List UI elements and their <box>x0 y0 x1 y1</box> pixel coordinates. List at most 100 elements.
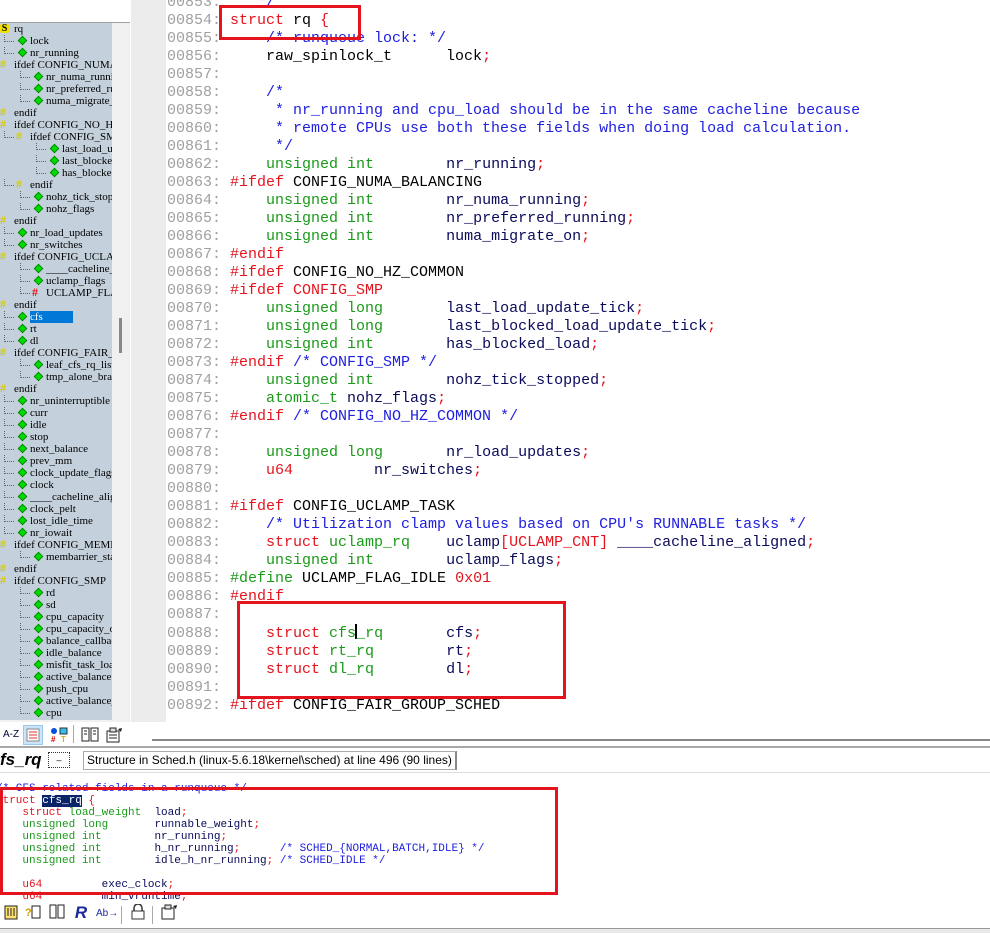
symbol-tree[interactable]: Srqlocknr_running # ifdef CONFIG_NUMA_BALA… <box>0 23 112 720</box>
code-line[interactable]: 00857: <box>167 66 860 84</box>
code-line[interactable]: 00856: raw_spinlock_t lock; <box>167 48 860 66</box>
tree-item[interactable]: last_load_update_tick <box>0 143 112 155</box>
code-line[interactable]: 00869: #ifdef CONFIG_SMP <box>167 282 860 300</box>
tree-item[interactable]: misfit_task_load <box>0 659 112 671</box>
code-line[interactable]: 00879: u64 nr_switches; <box>167 462 860 480</box>
code-line[interactable]: 00882: /* Utilization clamp values based… <box>167 516 860 534</box>
code-line[interactable]: 00883: struct uclamp_rq uclamp[UCLAMP_CN… <box>167 534 860 552</box>
tree-item[interactable]: nr_iowait <box>0 527 112 539</box>
tree-item[interactable]: # ifdef CONFIG_UCLAMP_TASK <box>0 250 112 263</box>
tree-item[interactable]: lock <box>0 35 112 47</box>
sort-alpha-button[interactable]: A-Z <box>1 725 21 745</box>
tree-item[interactable]: last_blocked_load_update_tick <box>0 155 112 167</box>
code-line[interactable]: 00872: unsigned int has_blocked_load; <box>167 336 860 354</box>
tree-item[interactable]: cpu <box>0 707 112 719</box>
tree-item[interactable]: # ifdef CONFIG_SMP <box>0 574 112 587</box>
tree-item[interactable]: # UCLAMP_FLAG_IDLE <box>0 286 112 299</box>
code-line[interactable]: 00892: #ifdef CONFIG_FAIR_GROUP_SCHED <box>167 697 860 715</box>
info-button[interactable]: ? <box>24 904 42 924</box>
tree-item[interactable]: cpu_capacity_orig <box>0 623 112 635</box>
scrollbar-thumb[interactable] <box>119 318 122 353</box>
tree-item[interactable]: stop <box>0 431 112 443</box>
code-line[interactable]: 00862: unsigned int nr_running; <box>167 156 860 174</box>
tree-item[interactable]: lost_idle_time <box>0 515 112 527</box>
rename-button[interactable]: Ab→ <box>96 904 118 924</box>
tree-item[interactable]: dl <box>0 335 112 347</box>
tree-item[interactable]: nr_running <box>0 47 112 59</box>
code-line[interactable]: 00859: * nr_running and cpu_load should … <box>167 102 860 120</box>
tree-item[interactable]: rd <box>0 587 112 599</box>
tree-item[interactable]: idle <box>0 419 112 431</box>
context-preview[interactable]: /* CFS-related fields in a runqueue */st… <box>0 773 990 903</box>
code-line[interactable]: 00870: unsigned long last_load_update_ti… <box>167 300 860 318</box>
code-line[interactable]: 00861: */ <box>167 138 860 156</box>
tree-item[interactable]: ____cacheline_aligned <box>0 263 112 275</box>
tree-item[interactable]: push_cpu <box>0 683 112 695</box>
tree-item[interactable]: cpu_capacity <box>0 611 112 623</box>
tree-item[interactable]: prev_mm <box>0 455 112 467</box>
code-line[interactable]: 00885: #define UCLAMP_FLAG_IDLE 0x01 <box>167 570 860 588</box>
code-line[interactable]: 00865: unsigned int nr_preferred_running… <box>167 210 860 228</box>
code-line[interactable]: 00876: #endif /* CONFIG_NO_HZ_COMMON */ <box>167 408 860 426</box>
code-line[interactable]: 00873: #endif /* CONFIG_SMP */ <box>167 354 860 372</box>
code-line[interactable]: 00871: unsigned long last_blocked_load_u… <box>167 318 860 336</box>
tree-item[interactable]: uclamp_flags <box>0 275 112 287</box>
tree-item[interactable]: # endif <box>0 298 112 311</box>
lock-button[interactable] <box>130 903 146 924</box>
code-editor[interactable]: 00853: */00854: struct rq {00855: /* run… <box>131 0 990 722</box>
tree-item[interactable]: curr <box>0 407 112 419</box>
tree-item[interactable]: sd <box>0 599 112 611</box>
code-line[interactable]: 00884: unsigned int uclamp_flags; <box>167 552 860 570</box>
code-line[interactable]: 00867: #endif <box>167 246 860 264</box>
tree-item[interactable]: rt <box>0 323 112 335</box>
jump-to-definition-button[interactable] <box>2 904 20 924</box>
tree-item[interactable]: # endif <box>0 106 112 119</box>
reference-button[interactable]: R <box>72 903 90 923</box>
code-line[interactable]: 00878: unsigned long nr_load_updates; <box>167 444 860 462</box>
tree-item[interactable]: ____cacheline_aligned <box>0 491 112 503</box>
code-line[interactable]: 00875: atomic_t nohz_flags; <box>167 390 860 408</box>
tree-item[interactable]: nr_preferred_running <box>0 83 112 95</box>
tree-item[interactable]: clock_update_flags <box>0 467 112 479</box>
tree-item[interactable]: numa_migrate_on <box>0 95 112 107</box>
code-line[interactable]: 00864: unsigned int nr_numa_running; <box>167 192 860 210</box>
tree-item[interactable]: # endif <box>0 214 112 227</box>
tree-item[interactable]: clock_pelt <box>0 503 112 515</box>
code-line[interactable]: 00877: <box>167 426 860 444</box>
tree-item[interactable]: nr_switches <box>0 239 112 251</box>
tree-item[interactable]: # endif <box>0 382 112 395</box>
tree-item[interactable]: # ifdef CONFIG_NUMA_BALANCING <box>0 58 112 71</box>
tree-item[interactable]: active_balance <box>0 671 112 683</box>
tree-item[interactable]: nr_numa_running <box>0 71 112 83</box>
tree-item[interactable]: nohz_tick_stopped <box>0 191 112 203</box>
tree-item[interactable]: idle_balance <box>0 647 112 659</box>
code-line[interactable]: 00860: * remote CPUs use both these fiel… <box>167 120 860 138</box>
tree-item[interactable]: nr_uninterruptible <box>0 395 112 407</box>
code-line[interactable]: 00880: <box>167 480 860 498</box>
tree-item[interactable]: # ifdef CONFIG_MEMBARRIER <box>0 538 112 551</box>
tree-item[interactable]: # endif <box>0 178 112 191</box>
code-line[interactable]: 00868: #ifdef CONFIG_NO_HZ_COMMON <box>167 264 860 282</box>
outline-view-button[interactable] <box>23 725 43 745</box>
code-line[interactable]: 00874: unsigned int nohz_tick_stopped; <box>167 372 860 390</box>
tree-item[interactable]: tmp_alone_branch <box>0 371 112 383</box>
tree-item[interactable]: nohz_flags <box>0 203 112 215</box>
tree-item[interactable]: clock <box>0 479 112 491</box>
code-line[interactable]: 00866: unsigned int numa_migrate_on; <box>167 228 860 246</box>
book-button[interactable] <box>80 725 100 745</box>
tree-item[interactable]: # endif <box>0 562 112 575</box>
code-line[interactable]: 00858: /* <box>167 84 860 102</box>
tree-item[interactable]: next_balance <box>0 443 112 455</box>
tree-item[interactable]: leaf_cfs_rq_list <box>0 359 112 371</box>
properties-button[interactable] <box>104 725 124 745</box>
code-line[interactable]: 00863: #ifdef CONFIG_NUMA_BALANCING <box>167 174 860 192</box>
properties-button[interactable] <box>160 904 178 924</box>
tree-item[interactable]: cfs <box>0 311 112 323</box>
tree-item[interactable]: active_balance_work <box>0 695 112 707</box>
tree-item[interactable]: balance_callback <box>0 635 112 647</box>
symbol-types-button[interactable]: # T <box>49 725 69 745</box>
tree-item[interactable]: # ifdef CONFIG_FAIR_GROUP_SCHED <box>0 346 112 359</box>
code-line[interactable]: 00881: #ifdef CONFIG_UCLAMP_TASK <box>167 498 860 516</box>
book-button[interactable] <box>48 904 66 924</box>
tree-item[interactable]: membarrier_state <box>0 551 112 563</box>
